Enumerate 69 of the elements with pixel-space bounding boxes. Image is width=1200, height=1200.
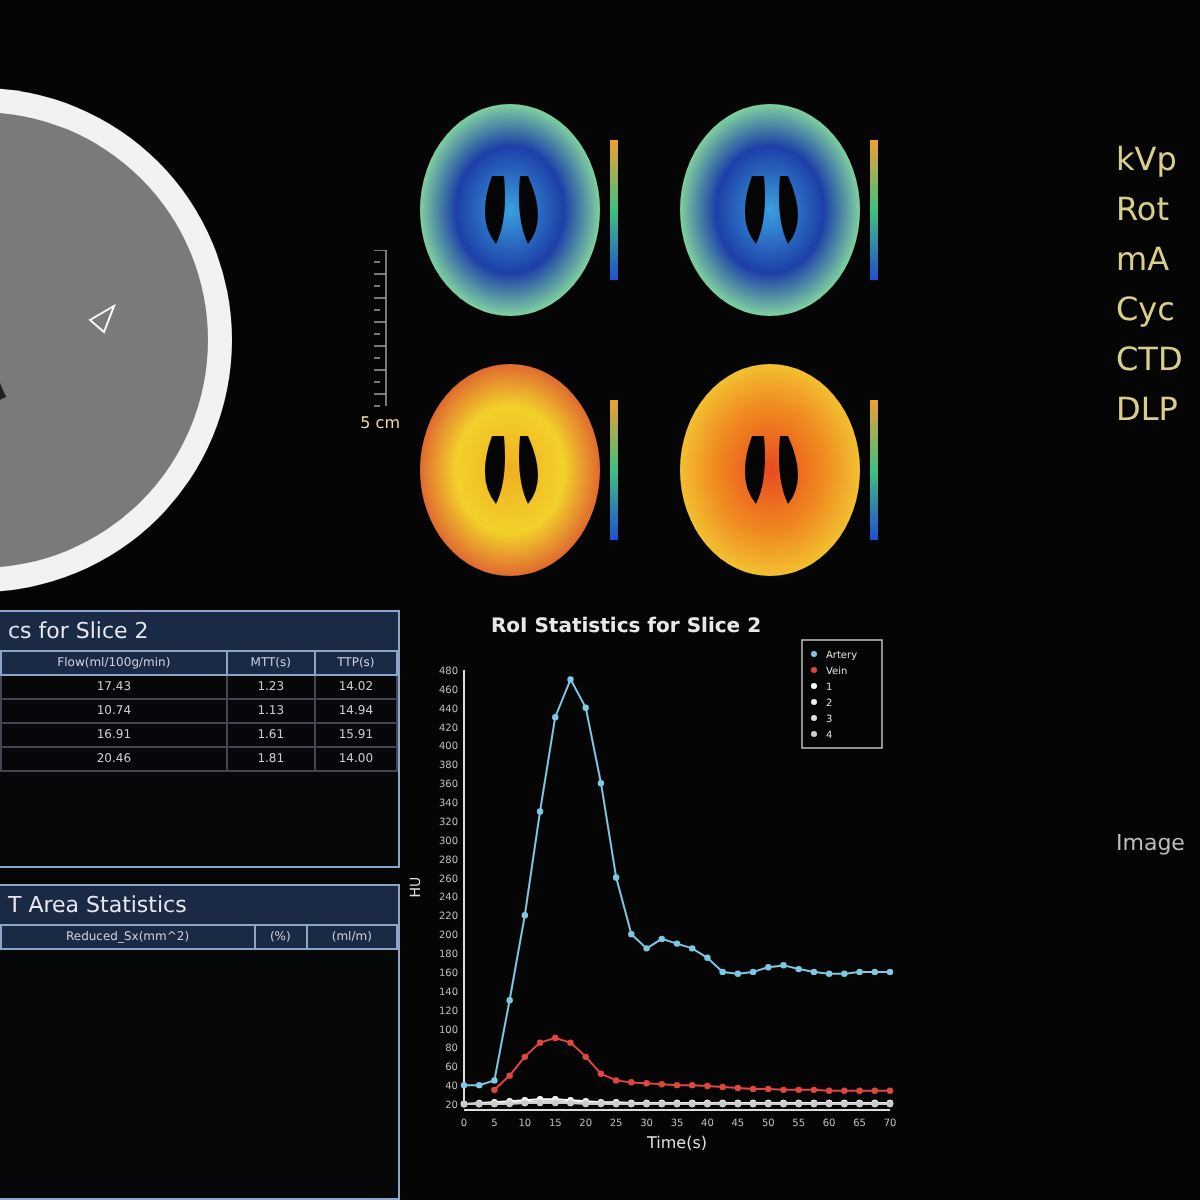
point <box>491 1086 498 1094</box>
point <box>597 1070 605 1078</box>
point <box>506 997 513 1004</box>
point <box>810 1086 818 1094</box>
scan-parameter: kVp <box>1116 140 1179 180</box>
point <box>521 912 529 919</box>
point <box>734 1084 742 1092</box>
point <box>597 780 605 787</box>
scan-parameter: Cyc <box>1116 290 1177 330</box>
point <box>886 1087 894 1094</box>
point <box>628 1079 635 1086</box>
point <box>628 930 635 938</box>
point <box>689 1081 696 1089</box>
point <box>871 968 878 976</box>
point <box>521 1053 529 1061</box>
scan-parameter: mA <box>1116 240 1172 280</box>
point <box>582 704 589 711</box>
scan-parameter: CTD <box>1116 340 1185 380</box>
point <box>780 962 787 969</box>
point <box>612 874 620 881</box>
point <box>795 1086 802 1094</box>
point <box>612 1077 620 1084</box>
point <box>704 1082 711 1090</box>
point <box>658 1080 665 1088</box>
point <box>491 1077 498 1084</box>
point <box>643 1080 650 1087</box>
point <box>582 1053 589 1061</box>
point <box>765 964 772 971</box>
panel-title: T Area Statistics <box>0 885 398 924</box>
point <box>810 968 818 976</box>
scan-parameter: DLP <box>1116 390 1180 430</box>
point <box>856 968 863 976</box>
point <box>734 970 742 977</box>
point <box>825 970 833 977</box>
point <box>704 954 711 961</box>
point <box>765 1085 772 1093</box>
point <box>460 1081 468 1089</box>
point <box>856 1087 863 1094</box>
point <box>749 968 757 976</box>
chart-legend <box>801 639 883 749</box>
point <box>552 1034 559 1042</box>
point <box>871 1087 878 1094</box>
point <box>506 1072 513 1079</box>
point <box>841 970 848 977</box>
panel-title: cs for Slice 2 <box>0 612 398 650</box>
point <box>567 1039 574 1046</box>
point <box>643 945 650 952</box>
point <box>689 945 696 952</box>
point <box>719 968 726 976</box>
point <box>673 940 681 947</box>
point <box>795 965 802 973</box>
point <box>886 968 894 976</box>
chart-title: RoI Statistics for Slice 2 <box>490 616 762 638</box>
point <box>749 1085 757 1093</box>
point <box>536 1039 544 1046</box>
point <box>780 1086 787 1094</box>
point <box>841 1087 848 1094</box>
image-note: Image <box>1116 830 1187 856</box>
point <box>658 935 665 943</box>
point <box>673 1081 681 1089</box>
point <box>567 676 574 683</box>
point <box>476 1081 483 1089</box>
x-axis-label: Time(s) <box>647 1134 707 1152</box>
point <box>536 808 544 815</box>
scale-label: 5 cm <box>360 414 400 432</box>
scan-parameter: Rot <box>1116 190 1171 230</box>
point <box>552 713 559 721</box>
point <box>719 1083 726 1091</box>
point <box>825 1087 833 1094</box>
